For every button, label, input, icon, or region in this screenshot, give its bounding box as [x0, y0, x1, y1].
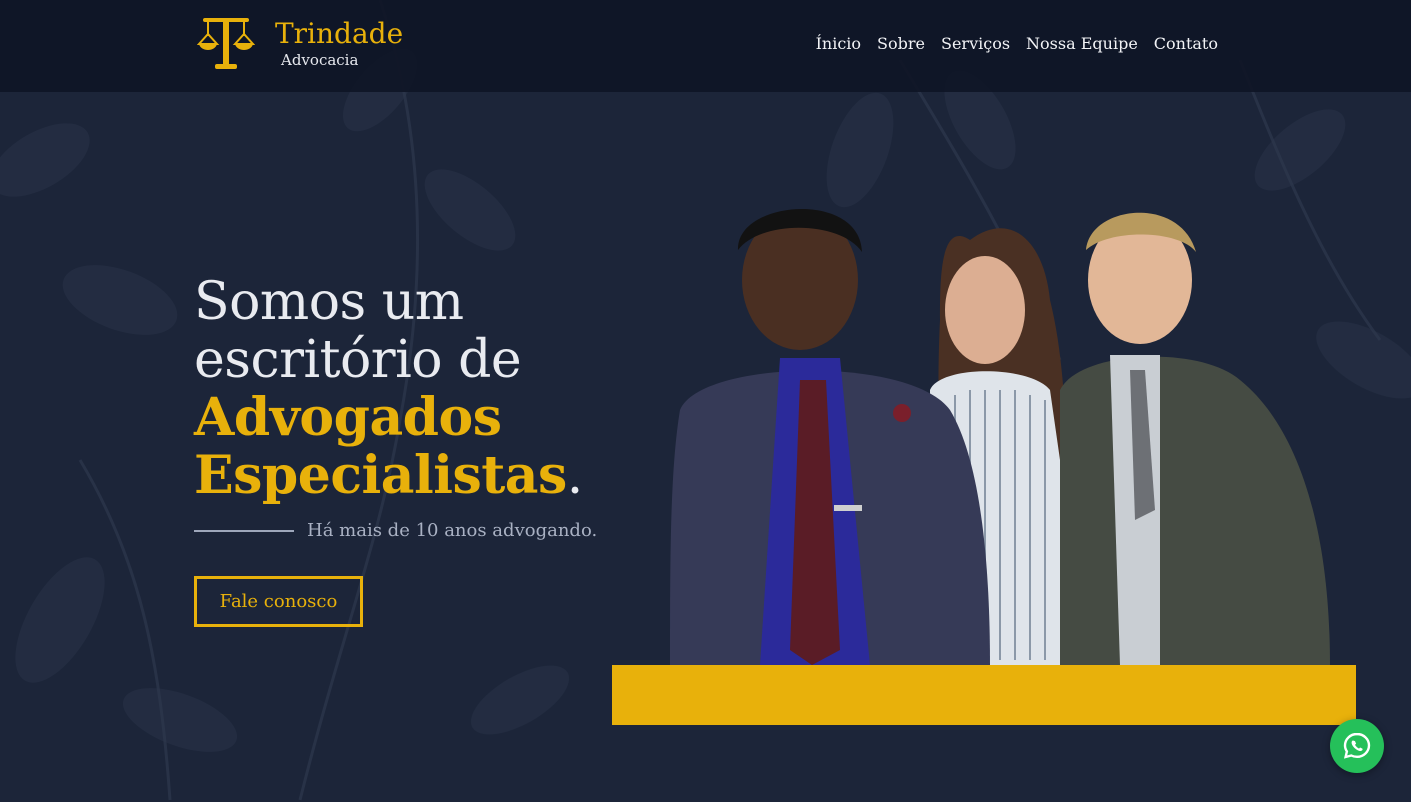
contact-cta-button[interactable]: Fale conosco [194, 576, 363, 627]
headline-line-1: Somos um [194, 272, 464, 332]
brand-logo[interactable]: Trindade Advocacia [197, 14, 417, 74]
subtitle-text: Há mais de 10 anos advogando. [307, 520, 598, 541]
nav-item-nossa-equipe[interactable]: Nossa Equipe [1026, 33, 1138, 55]
nav-item-inicio[interactable]: Ínicio [816, 33, 861, 55]
hero-headline: Somos um escritório de Advogados Especia… [194, 273, 664, 505]
team-photo [670, 208, 1330, 665]
nav-item-contato[interactable]: Contato [1154, 33, 1218, 55]
nav-item-servicos[interactable]: Serviços [941, 33, 1010, 55]
headline-period: . [566, 446, 584, 506]
nav-item-sobre[interactable]: Sobre [877, 33, 925, 55]
scales-of-justice-icon [197, 18, 255, 69]
headline-accent-1: Advogados [194, 387, 502, 448]
hero-section: Somos um escritório de Advogados Especia… [194, 273, 664, 541]
headline-accent-2-wrap: Especialistas. [194, 445, 664, 506]
top-navbar: Trindade Advocacia Ínicio Sobre Serviços… [0, 0, 1411, 92]
whatsapp-icon [1343, 732, 1371, 759]
subtitle-divider [194, 530, 294, 532]
brand-name: Trindade [275, 17, 404, 50]
whatsapp-chat-button[interactable] [1330, 719, 1384, 773]
lawyer-man-right-figure [1060, 212, 1330, 665]
headline-line-2: escritório de [194, 330, 522, 390]
brand-tagline: Advocacia [281, 51, 359, 69]
main-nav: Ínicio Sobre Serviços Nossa Equipe Conta… [816, 33, 1218, 55]
accent-bar [612, 665, 1356, 725]
headline-accent-2: Especialistas [194, 445, 567, 506]
hero-subtitle: Há mais de 10 anos advogando. [194, 519, 597, 543]
